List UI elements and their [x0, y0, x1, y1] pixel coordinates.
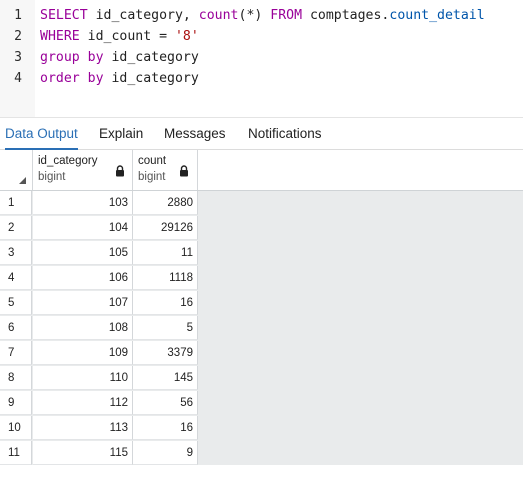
code-token: '8'	[174, 29, 199, 44]
code-line[interactable]: 3 group by id_category	[0, 47, 523, 68]
code-token: FROM	[270, 8, 303, 23]
code-token: id_category	[103, 71, 199, 86]
row-number[interactable]: 4	[0, 266, 32, 290]
code-token: (*)	[238, 8, 271, 23]
cell-count[interactable]: 1118	[133, 266, 198, 290]
cell-id-category[interactable]: 115	[33, 441, 133, 465]
tab-notifications[interactable]: Notifications	[248, 118, 322, 149]
line-number: 3	[14, 50, 22, 65]
cell-id-category[interactable]: 103	[33, 191, 133, 215]
select-all-corner[interactable]	[0, 150, 33, 190]
table-row[interactable]: 4 106 1118	[0, 266, 198, 291]
corner-triangle-icon	[19, 177, 26, 184]
column-name: id_category	[38, 155, 98, 167]
cell-count[interactable]: 29126	[133, 216, 198, 240]
code-token: count	[198, 8, 239, 23]
column-type: bigint	[38, 171, 66, 183]
line-number: 4	[14, 71, 22, 86]
cell-id-category[interactable]: 113	[33, 416, 133, 440]
cell-id-category[interactable]: 110	[33, 366, 133, 390]
cell-id-category[interactable]: 104	[33, 216, 133, 240]
code-text: WHERE id_count = '8'	[40, 26, 199, 47]
column-name: count	[138, 155, 167, 167]
code-token: group by	[40, 50, 104, 65]
code-token: order by	[40, 71, 104, 86]
code-text: group by id_category	[40, 47, 199, 68]
code-text: SELECT id_category, count(*) FROM compta…	[40, 5, 485, 26]
row-number[interactable]: 11	[0, 441, 32, 465]
code-token: WHERE	[40, 29, 80, 44]
table-row[interactable]: 6 108 5	[0, 316, 198, 341]
cell-count[interactable]: 2880	[133, 191, 198, 215]
cell-count[interactable]: 16	[133, 416, 198, 440]
row-number[interactable]: 5	[0, 291, 32, 315]
table-row[interactable]: 10 113 16	[0, 416, 198, 441]
table-row[interactable]: 8 110 145	[0, 366, 198, 391]
row-number[interactable]: 1	[0, 191, 32, 215]
table-row[interactable]: 11 115 9	[0, 441, 198, 466]
sql-editor[interactable]: 1 SELECT id_category, count(*) FROM compt…	[0, 0, 523, 117]
lock-icon	[180, 165, 188, 177]
table-row[interactable]: 5 107 16	[0, 291, 198, 316]
table-row[interactable]: 1 103 2880	[0, 191, 198, 216]
code-token: count_detail	[389, 8, 485, 23]
code-token: id_category,	[87, 8, 199, 23]
code-token: comptages.	[302, 8, 390, 23]
table-row[interactable]: 7 109 3379	[0, 341, 198, 366]
cell-count[interactable]: 145	[133, 366, 198, 390]
code-line[interactable]: 2 WHERE id_count = '8'	[0, 26, 523, 47]
code-token: SELECT	[40, 8, 88, 23]
line-number: 1	[14, 8, 22, 23]
code-line[interactable]: 1 SELECT id_category, count(*) FROM compt…	[0, 5, 523, 26]
cell-count[interactable]: 16	[133, 291, 198, 315]
cell-id-category[interactable]: 107	[33, 291, 133, 315]
line-number: 2	[14, 29, 22, 44]
lock-icon	[116, 165, 124, 177]
cell-id-category[interactable]: 109	[33, 341, 133, 365]
column-header-id-category[interactable]: id_category bigint	[33, 150, 133, 190]
cell-id-category[interactable]: 105	[33, 241, 133, 265]
code-token: id_count =	[79, 29, 175, 44]
table-row[interactable]: 3 105 11	[0, 241, 198, 266]
column-type: bigint	[138, 171, 166, 183]
tab-messages[interactable]: Messages	[164, 118, 226, 149]
tab-explain[interactable]: Explain	[99, 118, 143, 149]
cell-id-category[interactable]: 108	[33, 316, 133, 340]
cell-count[interactable]: 9	[133, 441, 198, 465]
cell-count[interactable]: 5	[133, 316, 198, 340]
data-grid: id_category bigint count bigint 1 103 2880…	[0, 150, 523, 465]
row-number[interactable]: 2	[0, 216, 32, 240]
code-line[interactable]: 4 order by id_category	[0, 68, 523, 89]
tab-data-output[interactable]: Data Output	[5, 118, 78, 150]
cell-id-category[interactable]: 112	[33, 391, 133, 415]
table-row[interactable]: 9 112 56	[0, 391, 198, 416]
row-number[interactable]: 7	[0, 341, 32, 365]
grid-header: id_category bigint count bigint	[0, 150, 523, 191]
cell-count[interactable]: 3379	[133, 341, 198, 365]
row-number[interactable]: 6	[0, 316, 32, 340]
cell-id-category[interactable]: 106	[33, 266, 133, 290]
row-number[interactable]: 8	[0, 366, 32, 390]
code-token: id_category	[103, 50, 199, 65]
table-row[interactable]: 2 104 29126	[0, 216, 198, 241]
result-tabs: Data Output Explain Messages Notificatio…	[0, 117, 523, 150]
bottom-strip	[0, 465, 523, 479]
row-number[interactable]: 10	[0, 416, 32, 440]
row-number[interactable]: 9	[0, 391, 32, 415]
cell-count[interactable]: 56	[133, 391, 198, 415]
code-text: order by id_category	[40, 68, 199, 89]
column-header-count[interactable]: count bigint	[133, 150, 198, 190]
row-number[interactable]: 3	[0, 241, 32, 265]
cell-count[interactable]: 11	[133, 241, 198, 265]
